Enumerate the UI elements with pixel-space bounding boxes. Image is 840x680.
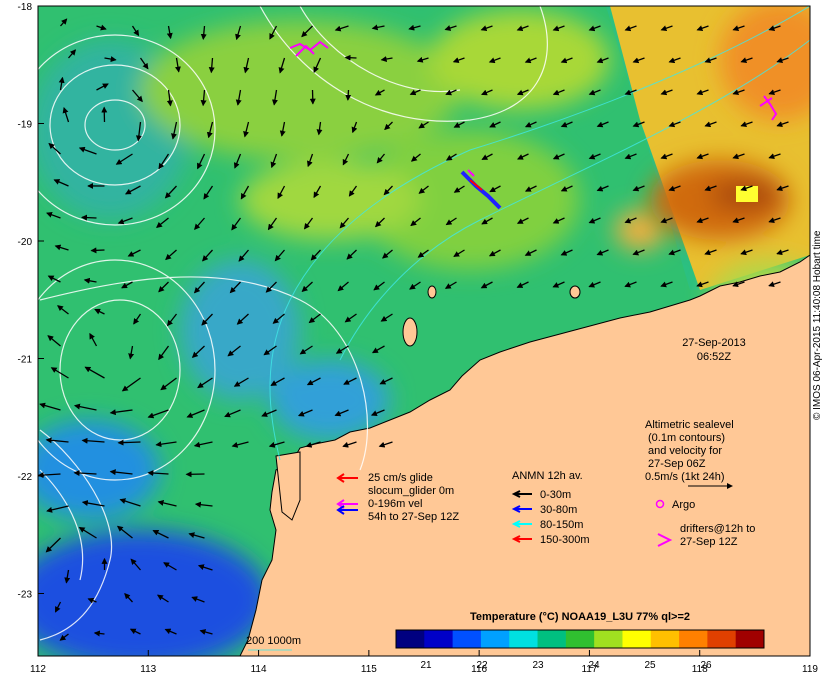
colorbar-tick-label: 23 bbox=[532, 660, 544, 671]
colorbar-segment bbox=[509, 630, 539, 648]
anmn-legend-label: 0-30m bbox=[540, 489, 571, 501]
velocity-arrow bbox=[345, 89, 352, 101]
altimetry-legend-line: 27-Sep 06Z bbox=[648, 458, 706, 470]
colorbar-tick-label: 25 bbox=[644, 660, 656, 671]
lon-tick-label: 112 bbox=[30, 664, 46, 675]
altimetry-legend-line: and velocity for bbox=[648, 445, 722, 457]
colorbar-tick-label: 24 bbox=[588, 660, 600, 671]
plot-area bbox=[38, 6, 810, 656]
argo-label: Argo bbox=[672, 499, 695, 511]
colorbar-segment bbox=[594, 630, 623, 648]
lat-tick-label: -19 bbox=[18, 120, 33, 131]
glider-legend-line: 54h to 27-Sep 12Z bbox=[368, 511, 459, 523]
altimetry-legend: Altimetric sealevel (0.1m contours) and … bbox=[645, 419, 734, 489]
island bbox=[402, 317, 418, 347]
colorbar-segment bbox=[565, 630, 595, 648]
glider-legend-line: 0-196m vel bbox=[368, 498, 422, 510]
glider-legend-line: 25 cm/s glide bbox=[368, 472, 433, 484]
colorbar-segment bbox=[679, 630, 708, 648]
island bbox=[427, 285, 437, 299]
lon-tick-label: 113 bbox=[140, 664, 156, 675]
anmn-legend-label: 150-300m bbox=[540, 534, 590, 546]
colorbar-segment bbox=[650, 630, 680, 648]
colorbar-segment bbox=[537, 630, 567, 648]
colorbar-segment bbox=[735, 630, 765, 648]
colorbar-title: Temperature (°C) NOAA19_L3U 77% ql>=2 bbox=[470, 611, 690, 623]
colorbar-tick-label: 21 bbox=[420, 660, 432, 671]
lat-tick-label: -21 bbox=[18, 355, 33, 366]
lat-tick-label: -23 bbox=[18, 590, 33, 601]
lon-tick-label: 114 bbox=[251, 664, 267, 675]
colorbar-segment bbox=[707, 630, 737, 648]
glider-legend-line: slocum_glider 0m bbox=[368, 485, 454, 497]
altimetry-legend-line: 0.5m/s (1kt 24h) bbox=[645, 471, 724, 483]
lon-tick-label: 119 bbox=[802, 664, 818, 675]
velocity-arrow bbox=[117, 439, 141, 446]
colorbar-tick-label: 22 bbox=[476, 660, 488, 671]
timestamp-time: 06:52Z bbox=[697, 351, 732, 363]
timestamp-date: 27-Sep-2013 bbox=[682, 337, 746, 349]
colorbar-segment bbox=[424, 630, 454, 648]
lat-tick-label: -20 bbox=[18, 237, 33, 248]
altimetry-legend-line: (0.1m contours) bbox=[648, 432, 725, 444]
altimetry-legend-line: Altimetric sealevel bbox=[645, 419, 734, 431]
island bbox=[569, 285, 581, 299]
credit-text: © IMOS 06-Apr-2015 11:40:08 Hobart time bbox=[812, 230, 823, 421]
anmn-legend-label: 30-80m bbox=[540, 504, 577, 516]
lon-tick-label: 115 bbox=[361, 664, 377, 675]
colorbar-tick-label: 26 bbox=[700, 660, 712, 671]
velocity-arrow bbox=[80, 214, 97, 221]
lat-tick-label: -18 bbox=[18, 2, 33, 13]
anmn-legend-label: 80-150m bbox=[540, 519, 583, 531]
drifters-label: 27-Sep 12Z bbox=[680, 536, 738, 548]
colorbar-segment bbox=[396, 630, 425, 648]
depth-legend: 200 1000m bbox=[246, 635, 301, 647]
anmn-legend-title: ANMN 12h av. bbox=[512, 470, 583, 482]
velocity-arrow bbox=[90, 247, 105, 254]
drifters-label: drifters@12h to bbox=[680, 523, 755, 535]
colorbar-segment bbox=[480, 630, 510, 648]
colorbar-segment bbox=[452, 630, 482, 648]
sst-map: 112 113 114 115 116 117 118 119 -18-19-20-21-22… bbox=[18, 2, 819, 675]
lat-tick-label: -22 bbox=[18, 472, 33, 483]
colorbar-segment bbox=[622, 630, 652, 648]
